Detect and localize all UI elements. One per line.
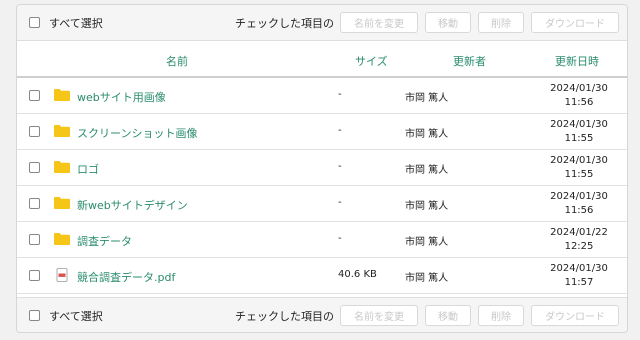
updated-date: 2024/01/30 — [550, 83, 608, 94]
column-header-updater[interactable]: 更新者 — [453, 53, 486, 69]
folder-icon — [53, 124, 71, 138]
select-all-label-bottom[interactable]: すべて選択 — [49, 308, 103, 324]
updater-name: 市岡 篤人 — [405, 237, 449, 248]
row-checkbox[interactable] — [29, 198, 40, 209]
select-all-checkbox-bottom[interactable] — [29, 310, 40, 321]
delete-button-bottom[interactable]: 削除 — [478, 305, 524, 326]
updated-date: 2024/01/30 — [550, 263, 608, 274]
row-checkbox[interactable] — [29, 126, 40, 137]
row-checkbox[interactable] — [29, 162, 40, 173]
updater-name: 市岡 篤人 — [405, 273, 449, 284]
row-checkbox[interactable] — [29, 270, 40, 281]
table-row[interactable]: 調査データ - 市岡 篤人 2024/01/22 12:25 — [17, 222, 627, 258]
file-name-link[interactable]: 競合調査データ.pdf — [77, 269, 175, 285]
file-name-link[interactable]: ロゴ — [77, 161, 99, 177]
pdf-file-icon — [53, 268, 71, 282]
file-size: 40.6 KB — [338, 269, 377, 280]
download-button-bottom[interactable]: ダウンロード — [531, 305, 619, 326]
file-name-link[interactable]: スクリーンショット画像 — [77, 125, 197, 141]
bottom-toolbar: すべて選択 チェックした項目の 名前を変更 移動 削除 ダウンロード — [17, 297, 627, 332]
file-name-link[interactable]: 新webサイトデザイン — [77, 197, 188, 213]
file-size: - — [338, 161, 342, 172]
updated-datetime: 2024/01/22 12:25 — [544, 226, 614, 254]
updated-date: 2024/01/30 — [550, 155, 608, 166]
move-button[interactable]: 移動 — [425, 12, 471, 33]
updated-date: 2024/01/30 — [550, 191, 608, 202]
rename-button[interactable]: 名前を変更 — [340, 12, 418, 33]
file-size: - — [338, 197, 342, 208]
updated-datetime: 2024/01/30 11:56 — [544, 82, 614, 110]
row-checkbox[interactable] — [29, 90, 40, 101]
column-header-size[interactable]: サイズ — [355, 53, 388, 69]
file-name-link[interactable]: webサイト用画像 — [77, 89, 166, 105]
column-header-name[interactable]: 名前 — [17, 53, 337, 69]
file-size: - — [338, 233, 342, 244]
file-size: - — [338, 89, 342, 100]
table-row[interactable]: 新webサイトデザイン - 市岡 篤人 2024/01/30 11:56 — [17, 186, 627, 222]
updated-datetime: 2024/01/30 11:57 — [544, 262, 614, 290]
table-row[interactable]: スクリーンショット画像 - 市岡 篤人 2024/01/30 11:55 — [17, 114, 627, 150]
updater-name: 市岡 篤人 — [405, 201, 449, 212]
file-size: - — [338, 125, 342, 136]
top-toolbar: すべて選択 チェックした項目の 名前を変更 移動 削除 ダウンロード — [17, 5, 627, 41]
table-row[interactable]: webサイト用画像 - 市岡 篤人 2024/01/30 11:56 — [17, 78, 627, 114]
select-all-label[interactable]: すべて選択 — [49, 15, 103, 31]
folder-icon — [53, 88, 71, 102]
updated-time: 11:56 — [564, 97, 594, 108]
folder-icon — [53, 196, 71, 210]
download-button[interactable]: ダウンロード — [531, 12, 619, 33]
updated-datetime: 2024/01/30 11:55 — [544, 118, 614, 146]
table-row[interactable]: ロゴ - 市岡 篤人 2024/01/30 11:55 — [17, 150, 627, 186]
folder-icon — [53, 232, 71, 246]
select-all-checkbox[interactable] — [29, 17, 40, 28]
file-list-panel: すべて選択 チェックした項目の 名前を変更 移動 削除 ダウンロード 名前 サイ… — [16, 4, 628, 333]
folder-icon — [53, 160, 71, 174]
updated-date: 2024/01/22 — [550, 227, 608, 238]
checked-items-label-bottom: チェックした項目の — [235, 309, 334, 323]
updater-name: 市岡 篤人 — [405, 93, 449, 104]
updated-time: 11:55 — [564, 169, 594, 180]
file-list: webサイト用画像 - 市岡 篤人 2024/01/30 11:56 スクリーンショット画… — [17, 78, 627, 294]
updated-datetime: 2024/01/30 11:56 — [544, 190, 614, 218]
delete-button[interactable]: 削除 — [478, 12, 524, 33]
updated-date: 2024/01/30 — [550, 119, 608, 130]
updated-time: 11:55 — [564, 133, 594, 144]
move-button-bottom[interactable]: 移動 — [425, 305, 471, 326]
column-header-updated[interactable]: 更新日時 — [555, 53, 599, 69]
updater-name: 市岡 篤人 — [405, 129, 449, 140]
updated-datetime: 2024/01/30 11:55 — [544, 154, 614, 182]
updated-time: 11:56 — [564, 205, 594, 216]
updated-time: 12:25 — [564, 241, 594, 252]
file-name-link[interactable]: 調査データ — [77, 233, 132, 249]
rename-button-bottom[interactable]: 名前を変更 — [340, 305, 418, 326]
updated-time: 11:57 — [564, 277, 594, 288]
table-header: 名前 サイズ 更新者 更新日時 — [17, 42, 627, 78]
table-row[interactable]: 競合調査データ.pdf 40.6 KB 市岡 篤人 2024/01/30 11:57 — [17, 258, 627, 294]
row-checkbox[interactable] — [29, 234, 40, 245]
updater-name: 市岡 篤人 — [405, 165, 449, 176]
checked-items-label: チェックした項目の — [235, 16, 334, 30]
